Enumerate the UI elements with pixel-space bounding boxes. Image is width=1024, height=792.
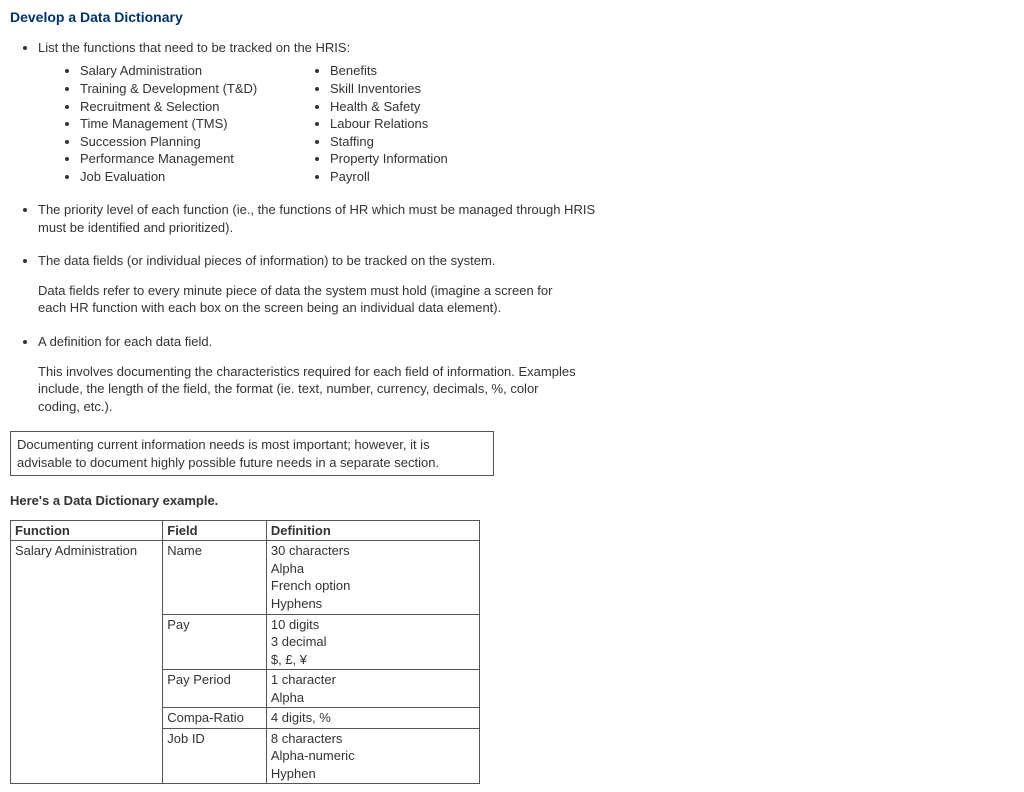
list-item: Labour Relations bbox=[330, 115, 512, 133]
def-line: 3 decimal bbox=[271, 633, 475, 651]
list-item: Succession Planning bbox=[80, 133, 312, 151]
definition-text: A definition for each data field. bbox=[38, 334, 212, 349]
functions-list-a: Salary Administration Training & Develop… bbox=[62, 62, 312, 185]
cell-definition: 10 digits 3 decimal $, £, ¥ bbox=[266, 614, 479, 670]
cell-definition: 8 characters Alpha-numeric Hyphen bbox=[266, 728, 479, 784]
cell-field: Compa-Ratio bbox=[163, 708, 267, 729]
list-item: Performance Management bbox=[80, 150, 312, 168]
list-item: Skill Inventories bbox=[330, 80, 512, 98]
cell-function: Salary Administration bbox=[11, 541, 163, 784]
datafields-text: The data fields (or individual pieces of… bbox=[38, 253, 495, 268]
priority-text: The priority level of each function (ie.… bbox=[38, 202, 595, 235]
def-line: Hyphens bbox=[271, 595, 475, 613]
list-item: Recruitment & Selection bbox=[80, 98, 312, 116]
cell-field: Pay Period bbox=[163, 670, 267, 708]
cell-field: Job ID bbox=[163, 728, 267, 784]
def-line: French option bbox=[271, 577, 475, 595]
list-item: Property Information bbox=[330, 150, 512, 168]
list-item: Staffing bbox=[330, 133, 512, 151]
def-line: Hyphen bbox=[271, 765, 475, 783]
def-line: $, £, ¥ bbox=[271, 651, 475, 669]
cell-definition: 30 characters Alpha French option Hyphen… bbox=[266, 541, 479, 614]
functions-list-b: Benefits Skill Inventories Health & Safe… bbox=[312, 62, 512, 185]
list-item: A definition for each data field. This i… bbox=[38, 333, 598, 415]
cell-definition: 4 digits, % bbox=[266, 708, 479, 729]
def-line: Alpha bbox=[271, 560, 475, 578]
def-line: 1 character bbox=[271, 671, 475, 689]
list-item: Time Management (TMS) bbox=[80, 115, 312, 133]
intro-text: List the functions that need to be track… bbox=[38, 40, 350, 55]
header-definition: Definition bbox=[266, 520, 479, 541]
example-label: Here's a Data Dictionary example. bbox=[10, 492, 1014, 510]
list-item: Training & Development (T&D) bbox=[80, 80, 312, 98]
def-line: Alpha-numeric bbox=[271, 747, 475, 765]
list-item: The priority level of each function (ie.… bbox=[38, 201, 598, 236]
table-header-row: Function Field Definition bbox=[11, 520, 480, 541]
list-item: Job Evaluation bbox=[80, 168, 312, 186]
def-line: Alpha bbox=[271, 689, 475, 707]
list-item: The data fields (or individual pieces of… bbox=[38, 252, 598, 317]
table-row: Salary Administration Name 30 characters… bbox=[11, 541, 480, 614]
definition-para: This involves documenting the characteri… bbox=[38, 363, 578, 416]
cell-field: Name bbox=[163, 541, 267, 614]
list-item: List the functions that need to be track… bbox=[38, 39, 598, 185]
header-function: Function bbox=[11, 520, 163, 541]
outer-list: List the functions that need to be track… bbox=[10, 39, 1014, 415]
def-line: 4 digits, % bbox=[271, 709, 475, 727]
list-item: Salary Administration bbox=[80, 62, 312, 80]
page-title: Develop a Data Dictionary bbox=[10, 8, 1014, 27]
def-line: 30 characters bbox=[271, 542, 475, 560]
list-item: Health & Safety bbox=[330, 98, 512, 116]
list-item: Benefits bbox=[330, 62, 512, 80]
functions-columns: Salary Administration Training & Develop… bbox=[62, 62, 598, 185]
datafields-para: Data fields refer to every minute piece … bbox=[38, 282, 578, 317]
list-item: Payroll bbox=[330, 168, 512, 186]
note-box: Documenting current information needs is… bbox=[10, 431, 494, 476]
def-line: 10 digits bbox=[271, 616, 475, 634]
cell-definition: 1 character Alpha bbox=[266, 670, 479, 708]
header-field: Field bbox=[163, 520, 267, 541]
cell-field: Pay bbox=[163, 614, 267, 670]
